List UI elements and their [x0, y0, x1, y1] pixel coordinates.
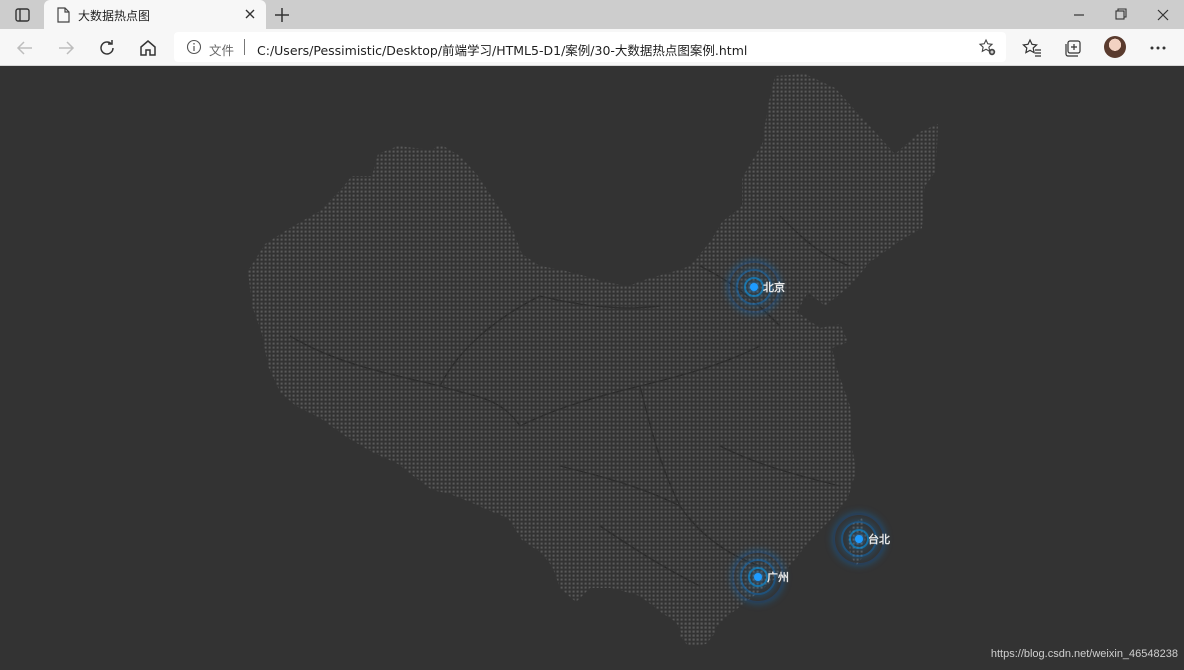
settings-more-button[interactable] [1147, 37, 1169, 59]
close-icon [1157, 9, 1169, 21]
restore-button[interactable] [1106, 5, 1136, 25]
page-icon [56, 7, 70, 27]
plus-icon [275, 8, 289, 22]
tab-actions-icon [15, 8, 30, 22]
reload-button[interactable] [96, 37, 118, 59]
arrow-right-icon [59, 41, 75, 55]
reload-icon [100, 40, 114, 55]
window-close-button[interactable] [1148, 5, 1178, 25]
back-button[interactable] [14, 37, 36, 59]
collections-button[interactable] [1062, 37, 1084, 59]
city-label: 台北 [868, 533, 890, 546]
minimize-button[interactable] [1064, 5, 1094, 25]
arrow-left-icon [16, 41, 32, 55]
new-tab-button[interactable] [272, 5, 292, 29]
url-text[interactable]: C:/Users/Pessimistic/Desktop/前端学习/HTML5-… [257, 40, 747, 59]
watermark-text: https://blog.csdn.net/weixin_46548238 [990, 648, 1178, 660]
info-icon[interactable] [186, 39, 202, 59]
profile-avatar[interactable] [1104, 36, 1126, 58]
star-add-icon [978, 38, 996, 56]
city-dot [750, 283, 758, 291]
close-icon [245, 9, 255, 19]
city-dot [754, 573, 762, 581]
tab-active[interactable]: 大数据热点图 [44, 0, 266, 29]
browser-toolbar: 文件 C:/Users/Pessimistic/Desktop/前端学习/HTM… [0, 29, 1184, 66]
address-divider [244, 39, 245, 55]
home-button[interactable] [137, 37, 159, 59]
tab-actions-button[interactable] [8, 5, 36, 25]
map-outline [248, 74, 938, 642]
add-favorite-button[interactable] [978, 38, 996, 60]
browser-window: 大数据热点图 文件 C:/Users/Pessimistic/Desktop/前… [0, 0, 1184, 666]
china-dot-map [248, 74, 938, 646]
forward-button[interactable] [55, 37, 77, 59]
favorites-button[interactable] [1021, 37, 1043, 59]
more-horizontal-icon [1150, 46, 1166, 50]
home-icon [140, 40, 156, 56]
favorites-icon [1022, 38, 1041, 57]
tab-strip: 大数据热点图 [0, 0, 1184, 29]
tab-close-button[interactable] [242, 6, 258, 26]
tab-title: 大数据热点图 [78, 9, 151, 23]
city-dot [855, 535, 863, 543]
protocol-label: 文件 [209, 43, 235, 58]
page-viewport: 北京 台北 广州 https://blog.csdn.net/weixin_46… [0, 66, 1184, 666]
address-bar[interactable]: 文件 C:/Users/Pessimistic/Desktop/前端学习/HTM… [174, 32, 1006, 62]
collections-icon [1065, 40, 1081, 57]
city-label: 广州 [767, 571, 789, 584]
city-label: 北京 [763, 281, 785, 294]
minimize-icon [1074, 14, 1084, 16]
restore-icon [1115, 8, 1127, 20]
